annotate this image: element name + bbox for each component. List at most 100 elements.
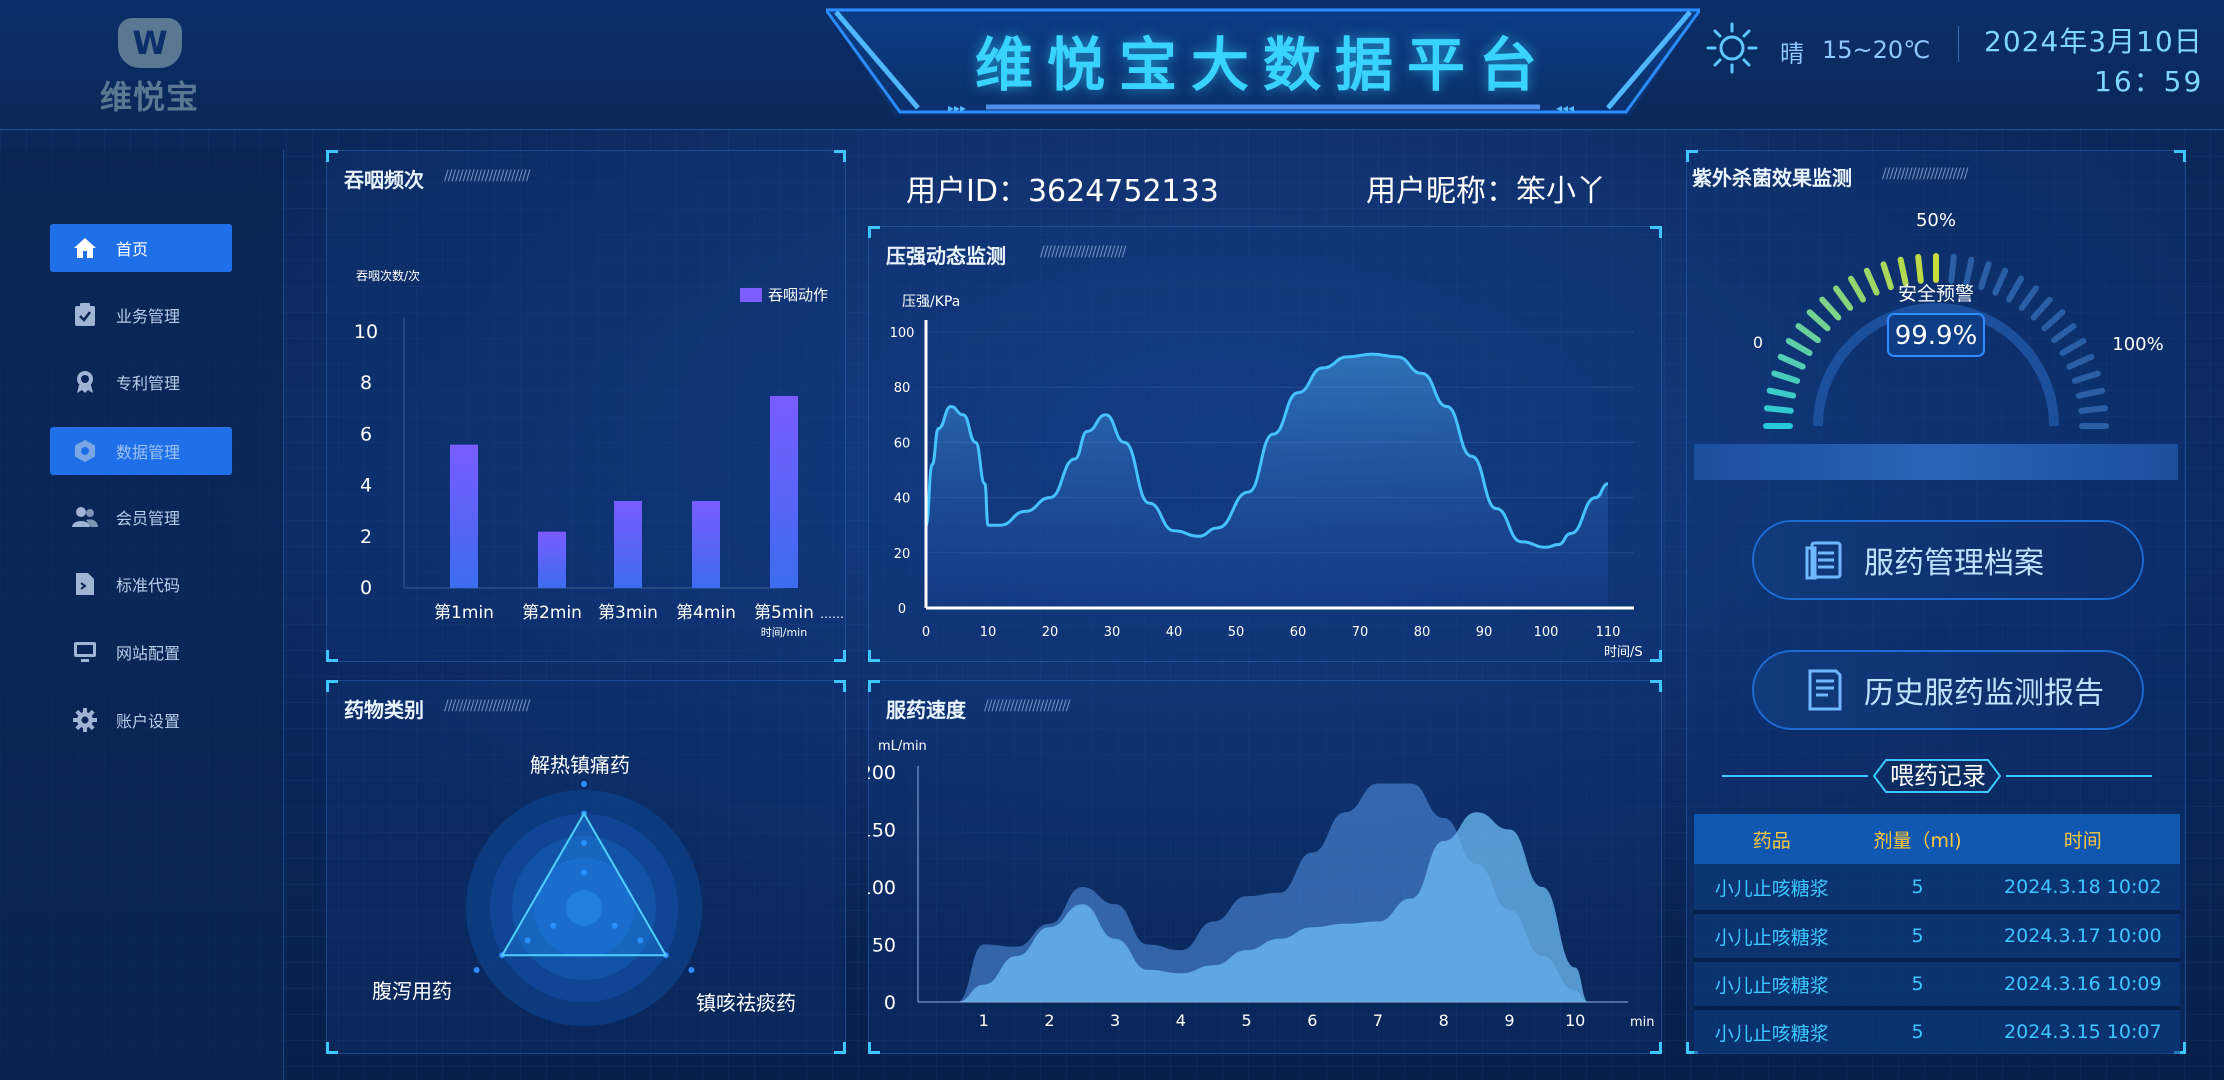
title-slashes: /////////////////////// xyxy=(1040,244,1126,260)
gauge-tick xyxy=(1795,323,1821,344)
x-tick-label: 60 xyxy=(1290,625,1307,640)
radar-category-label: 腹泻用药 xyxy=(372,979,452,1003)
y-tick-label: 100 xyxy=(890,326,915,341)
bar xyxy=(692,500,720,588)
gauge-tick xyxy=(2051,323,2077,344)
table-cell: 2024.3.15 10:07 xyxy=(1985,1008,2180,1058)
history-report-button[interactable]: 历史服药监测报告 xyxy=(1752,650,2144,730)
user-id-value: 3624752133 xyxy=(1027,174,1219,209)
table-cell: 5 xyxy=(1849,864,1986,914)
logo: W 维悦宝 xyxy=(96,16,206,116)
sidebar-item-data[interactable]: 数据管理 xyxy=(50,427,232,475)
user-id: 用户ID：3624752133 xyxy=(906,166,1219,210)
x-tick-label: 10 xyxy=(1565,1011,1585,1030)
sidebar-item-label: 网站配置 xyxy=(116,644,181,663)
sun-icon xyxy=(1706,22,1758,74)
corner-decoration xyxy=(868,226,880,238)
pressure-panel: 压强动态监测 /////////////////////// 0 20 40 60 80… xyxy=(868,226,1662,662)
sidebar-item-site-config[interactable]: 网站配置 xyxy=(50,628,232,676)
corner-decoration xyxy=(1650,680,1662,692)
code-file-icon xyxy=(72,571,98,597)
header-divider xyxy=(1958,26,1959,62)
user-id-label: 用户ID： xyxy=(906,174,1028,209)
x-tick-label: 4 xyxy=(1176,1011,1186,1030)
x-tick-label: 1 xyxy=(979,1011,989,1030)
table-header-row: 药品 剂量（ml) 时间 xyxy=(1694,814,2180,864)
y-axis-label: 压强/KPa xyxy=(902,294,960,310)
gauge-tick xyxy=(1785,338,1813,356)
x-tick-label: 第5min xyxy=(754,603,814,623)
y-tick-label: 6 xyxy=(360,423,372,445)
table-row[interactable]: 小儿止咳糖浆 5 2024.3.18 10:02 xyxy=(1694,864,2180,914)
sidebar-item-patent[interactable]: 专利管理 xyxy=(50,358,232,406)
monitor-icon xyxy=(72,639,98,665)
sidebar-item-members[interactable]: 会员管理 xyxy=(50,493,232,541)
gear-icon xyxy=(72,707,98,733)
table-header: 剂量（ml) xyxy=(1849,814,1986,864)
clipboard-check-icon xyxy=(72,302,98,328)
bar xyxy=(538,531,566,588)
sidebar-item-label: 数据管理 xyxy=(116,443,181,462)
sidebar-item-business[interactable]: 业务管理 xyxy=(50,291,232,339)
table-row[interactable]: 小儿止咳糖浆 5 2024.3.15 10:07 xyxy=(1694,1008,2180,1058)
gauge-tick xyxy=(1963,256,1975,287)
panel-title: 压强动态监测 xyxy=(886,244,1006,268)
gauge-tick xyxy=(1992,267,2009,296)
panel-title: 服药速度 xyxy=(886,698,966,722)
panel-title: 紫外杀菌效果监测 xyxy=(1692,166,1852,190)
home-icon xyxy=(72,235,98,261)
feed-title: 喂药记录 xyxy=(1890,762,1986,790)
y-tick-label: 8 xyxy=(360,372,372,394)
user-nickname-value: 笨小丫 xyxy=(1516,174,1606,209)
drug-type-panel: 药物类别 /////////////////////// 解热镇痛药 镇咳祛痰药腹… xyxy=(326,680,846,1054)
y-tick-label: 0 xyxy=(898,602,906,617)
sidebar-item-home[interactable]: 首页 xyxy=(50,224,232,272)
y-tick-label: 2 xyxy=(360,526,372,548)
gauge-tick xyxy=(1833,285,1854,311)
button-label: 历史服药监测报告 xyxy=(1864,676,2104,711)
legend-label: 吞咽动作 xyxy=(768,286,828,304)
sidebar-item-standard-code[interactable]: 标准代码 xyxy=(50,560,232,608)
sidebar-item-account[interactable]: 账户设置 xyxy=(50,696,232,744)
gauge-tick xyxy=(1763,405,1794,414)
corner-decoration xyxy=(1650,226,1662,238)
gauge-tick xyxy=(2066,353,2095,370)
x-axis-label: min xyxy=(1630,1015,1655,1030)
table-cell: 小儿止咳糖浆 xyxy=(1694,1008,1850,1058)
table-cell: 5 xyxy=(1849,912,1986,962)
x-tick-label: 3 xyxy=(1110,1011,1120,1030)
gauge-tick xyxy=(1880,261,1894,291)
table-cell: 2024.3.17 10:00 xyxy=(1985,912,2180,962)
gauge-tick xyxy=(1806,309,1831,332)
medication-archive-button[interactable]: 服药管理档案 xyxy=(1752,520,2144,600)
bar xyxy=(614,500,642,588)
y-tick-label: 40 xyxy=(894,492,911,507)
x-tick-label: 10 xyxy=(980,625,997,640)
radar-axis-dot xyxy=(688,967,695,973)
corner-decoration xyxy=(326,150,338,162)
sidebar xyxy=(0,150,284,1080)
x-tick-label: 90 xyxy=(1476,625,1493,640)
gauge-tick xyxy=(1915,253,1924,284)
award-icon xyxy=(72,369,98,395)
speed-area-chart: 0 50 100 150 200 1 2 3 4 5 6 7 8 9 10 mL/min min xyxy=(868,739,1655,1030)
users-icon xyxy=(72,504,98,530)
y-axis-label: mL/min xyxy=(878,739,927,754)
x-tick-label: 9 xyxy=(1504,1011,1514,1030)
x-tick-label: 2 xyxy=(1044,1011,1054,1030)
x-tick-label: 第3min xyxy=(598,603,658,623)
table-row[interactable]: 小儿止咳糖浆 5 2024.3.17 10:00 xyxy=(1694,912,2180,962)
panel-title: 吞咽频次 xyxy=(344,168,424,192)
table-row[interactable]: 小儿止咳糖浆 5 2024.3.16 10:09 xyxy=(1694,960,2180,1010)
svg-text:▸▸▸: ▸▸▸ xyxy=(948,101,966,115)
gauge-tick xyxy=(1848,275,1866,303)
bar xyxy=(450,444,478,588)
logo-text: 维悦宝 xyxy=(100,78,200,116)
x-tick-label: 40 xyxy=(1166,625,1183,640)
gauge-tick xyxy=(2006,275,2024,303)
radar-axis-dot xyxy=(581,781,587,787)
weather-text: 晴 xyxy=(1780,40,1804,68)
y-tick-label: 10 xyxy=(354,321,378,343)
gauge-min-label: 0 xyxy=(1753,333,1763,352)
document-list-icon xyxy=(1805,541,1842,580)
